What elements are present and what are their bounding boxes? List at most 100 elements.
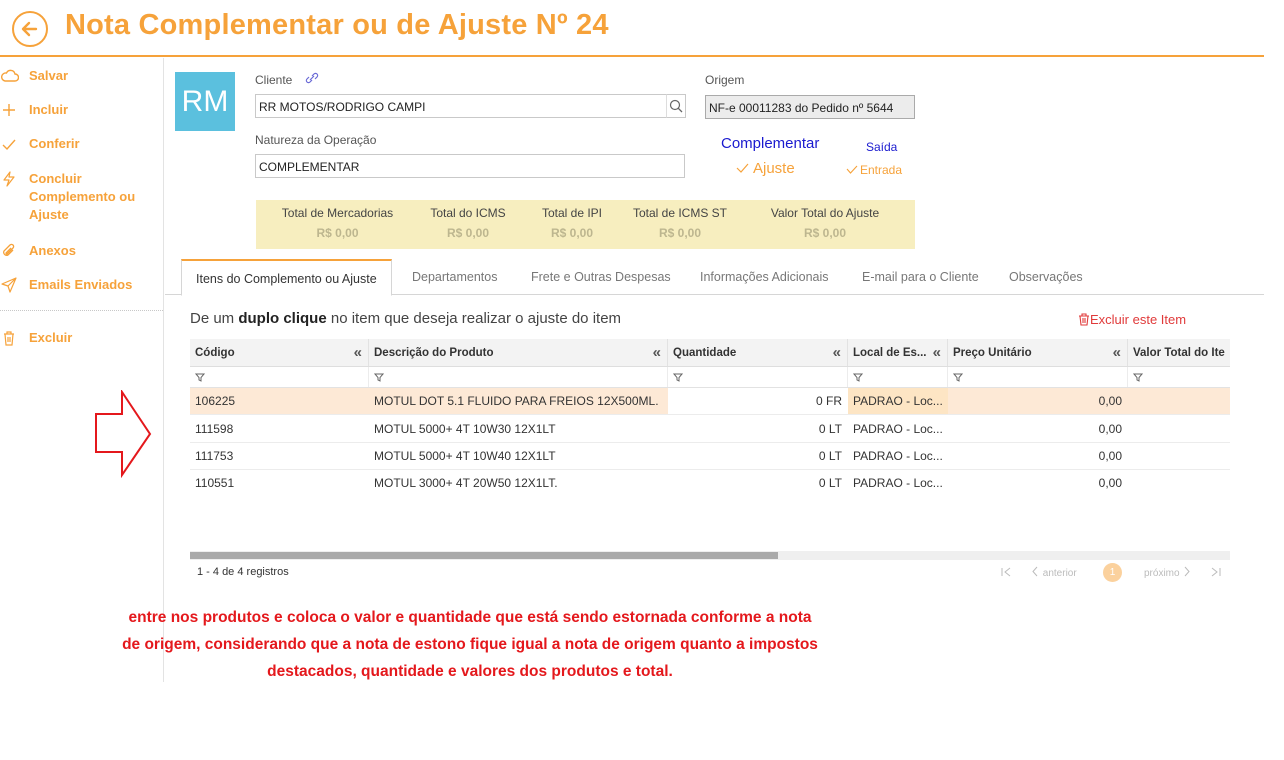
current-page[interactable]: 1 <box>1103 563 1122 582</box>
first-page-icon[interactable] <box>1000 566 1012 581</box>
filter-icon[interactable] <box>948 367 1128 387</box>
cell-descricao: MOTUL 3000+ 4T 20W50 12X1LT. <box>374 476 558 489</box>
col-header-valor-total[interactable]: Valor Total do Ite <box>1128 339 1230 366</box>
cell-codigo: 106225 <box>195 394 236 408</box>
grid-header-row: Código « Descrição do Produto « Quantidade… <box>190 339 1230 367</box>
lightning-icon <box>1 171 17 187</box>
cell-valor-total <box>1128 416 1230 442</box>
col-header-local[interactable]: Local de Es... « <box>848 339 948 366</box>
right-arrow-annotation-icon <box>94 388 154 481</box>
column-label: Valor Total do Ite <box>1133 347 1225 359</box>
col-header-descricao[interactable]: Descrição do Produto « <box>369 339 668 366</box>
search-icon[interactable] <box>666 94 686 118</box>
tab-itens[interactable]: Itens do Complemento ou Ajuste <box>181 259 392 296</box>
column-label: Preço Unitário <box>953 347 1032 359</box>
column-label: Local de Es... <box>853 347 927 359</box>
next-page-button[interactable]: próximo <box>1144 566 1192 580</box>
total-label: Valor Total do Ajuste <box>770 206 880 220</box>
cell-valor-total <box>1128 388 1230 414</box>
filter-icon[interactable] <box>668 367 848 387</box>
last-page-icon[interactable] <box>1210 566 1222 581</box>
cell-quantidade: 0 LT <box>818 476 842 489</box>
total-label: Total de ICMS ST <box>632 206 728 220</box>
total-value: R$ 0,00 <box>316 226 359 240</box>
tab-informacoes[interactable]: Informações Adicionais <box>700 259 829 295</box>
cloud-icon <box>1 68 20 84</box>
next-label: próximo <box>1144 568 1180 579</box>
total-value: R$ 0,00 <box>658 226 702 240</box>
cell-codigo: 111598 <box>195 422 234 436</box>
cell-descricao: MOTUL 5000+ 4T 10W40 12X1LT <box>374 449 556 463</box>
sidebar-item-label: Salvar <box>29 68 69 83</box>
sidebar-item-label: Emails Enviados <box>29 277 133 292</box>
cell-descricao: MOTUL 5000+ 4T 10W30 12X1LT <box>374 422 556 436</box>
chevron-right-icon <box>1182 566 1192 580</box>
hint-bold-text: duplo clique <box>238 310 327 327</box>
collapse-icon[interactable]: « <box>354 339 362 366</box>
sidebar-item-label: Excluir <box>29 330 73 345</box>
col-header-preco[interactable]: Preço Unitário « <box>948 339 1128 366</box>
col-header-codigo[interactable]: Código « <box>190 339 369 366</box>
total-label: Total de IPI <box>541 206 603 220</box>
col-header-quantidade[interactable]: Quantidade « <box>668 339 848 366</box>
tipo-ajuste-label: Ajuste <box>753 160 795 177</box>
collapse-icon[interactable]: « <box>1113 339 1121 366</box>
hint-text: no item que deseja realizar o ajuste do … <box>326 310 622 327</box>
cell-local: PADRAO - Loc... <box>853 449 943 463</box>
cell-codigo: 110551 <box>195 476 235 489</box>
filter-icon[interactable] <box>190 367 369 387</box>
check-icon <box>1 136 17 152</box>
chevron-left-icon <box>1030 566 1040 580</box>
tab-bar: Itens do Complemento ou Ajuste Departame… <box>165 259 1264 296</box>
collapse-icon[interactable]: « <box>933 339 941 366</box>
tab-email-cliente[interactable]: E-mail para o Cliente <box>862 259 979 295</box>
prev-page-button[interactable]: anterior <box>1030 566 1077 580</box>
cliente-label: Cliente <box>255 73 293 87</box>
items-grid: Código « Descrição do Produto « Quantidade… <box>190 339 1230 489</box>
scrollbar-thumb[interactable] <box>190 552 778 559</box>
cell-quantidade: 0 FR <box>668 388 848 414</box>
tab-observacoes[interactable]: Observações <box>1009 259 1083 295</box>
collapse-icon[interactable]: « <box>833 339 841 366</box>
cliente-field[interactable]: RR MOTOS/RODRIGO CAMPI <box>255 94 667 118</box>
table-row[interactable]: 111753 MOTUL 5000+ 4T 10W40 12X1LT 0 LT … <box>190 443 1230 470</box>
cell-preco: 0,00 <box>1098 449 1122 463</box>
plus-icon <box>1 102 17 118</box>
back-arrow-icon[interactable] <box>12 11 48 47</box>
filter-icon[interactable] <box>369 367 668 387</box>
total-label: Total de Mercadorias <box>281 206 394 220</box>
valor-total-ajuste: Valor Total do Ajuste R$ 0,00 <box>756 206 894 240</box>
prev-label: anterior <box>1042 568 1077 579</box>
table-row[interactable]: 106225 MOTUL DOT 5.1 FLUIDO PARA FREIOS … <box>190 388 1230 415</box>
natureza-field[interactable]: COMPLEMENTAR <box>255 154 685 178</box>
total-icms: Total do ICMS R$ 0,00 <box>420 206 516 240</box>
tab-frete[interactable]: Frete e Outras Despesas <box>531 259 671 295</box>
tipo-complementar-option[interactable]: Complementar <box>721 135 819 152</box>
direcao-saida-option[interactable]: Saída <box>866 140 897 154</box>
trash-icon <box>1 330 17 346</box>
table-row[interactable]: 111598 MOTUL 5000+ 4T 10W30 12X1LT 0 LT … <box>190 416 1230 443</box>
send-icon <box>1 277 17 293</box>
sidebar: Salvar Incluir Conferir Concluir Complem… <box>0 58 164 682</box>
table-row[interactable]: 110551 MOTUL 3000+ 4T 20W50 12X1LT. 0 LT… <box>190 470 1230 489</box>
tab-departamentos[interactable]: Departamentos <box>412 259 497 295</box>
paperclip-icon <box>1 243 17 259</box>
total-value: R$ 0,00 <box>446 226 490 240</box>
annotation-note: entre nos produtos e coloca o valor e qu… <box>122 609 818 680</box>
total-mercadorias: Total de Mercadorias R$ 0,00 <box>274 206 401 240</box>
collapse-icon[interactable]: « <box>653 339 661 366</box>
total-value: R$ 0,00 <box>550 226 594 240</box>
horizontal-scrollbar[interactable] <box>190 551 1230 560</box>
cell-descricao: MOTUL DOT 5.1 FLUIDO PARA FREIOS 12X500M… <box>374 394 659 408</box>
filter-icon[interactable] <box>848 367 948 387</box>
sidebar-item-label: Incluir <box>29 102 69 117</box>
total-ipi: Total de IPI R$ 0,00 <box>530 206 614 240</box>
natureza-label: Natureza da Operação <box>255 133 377 147</box>
filter-icon[interactable] <box>1128 367 1230 387</box>
link-icon[interactable] <box>304 72 320 87</box>
sidebar-item-label: Conferir <box>29 136 80 151</box>
cell-local: PADRAO - Loc... <box>853 422 943 436</box>
delete-item-label: Excluir este Item <box>1090 312 1187 327</box>
sidebar-item-label: Concluir Complemento ou Ajuste <box>29 171 136 222</box>
delete-item-button[interactable]: Excluir este Item <box>1078 312 1186 329</box>
